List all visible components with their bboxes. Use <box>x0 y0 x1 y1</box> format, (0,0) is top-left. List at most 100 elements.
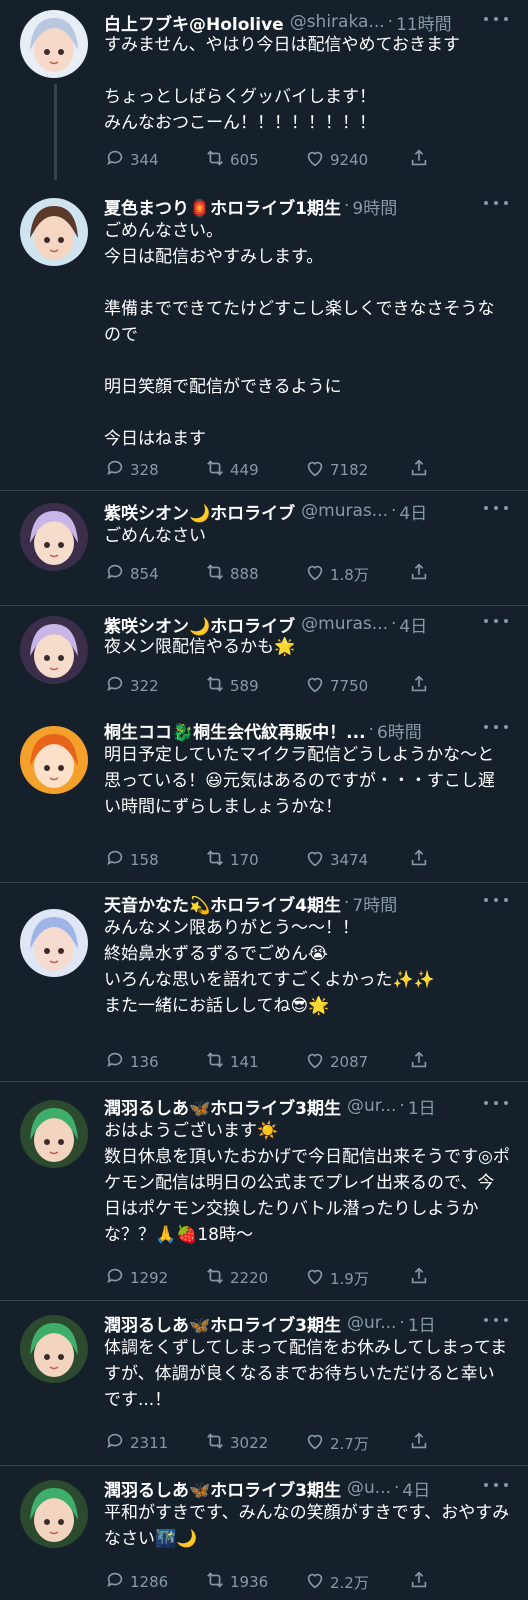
tweet[interactable]: 天音かなた💫ホロライブ4期生 · 7時間 みんなメン限ありがとう〜〜！！ 終始鼻… <box>0 883 528 1081</box>
share-button[interactable] <box>408 561 434 587</box>
author-handle[interactable]: @u... <box>347 1478 391 1498</box>
like-count: 7750 <box>330 677 369 695</box>
timestamp[interactable]: 6時間 <box>377 718 422 743</box>
share-button[interactable] <box>408 1569 434 1595</box>
like-button[interactable]: 1.8万 <box>304 561 404 587</box>
separator-dot: · <box>368 720 374 740</box>
share-button[interactable] <box>408 673 434 699</box>
share-button[interactable] <box>408 147 434 173</box>
tweet[interactable]: 潤羽るしあ🦋ホロライブ3期生 @ur... · 1日 おはようございます☀️ 数… <box>0 1082 528 1300</box>
reply-button[interactable]: 2311 <box>104 1430 204 1456</box>
retweet-button[interactable]: 888 <box>204 561 304 587</box>
like-button[interactable]: 3474 <box>304 847 404 873</box>
retweet-button[interactable]: 449 <box>204 457 304 483</box>
reply-count: 136 <box>130 1053 159 1071</box>
more-options-icon[interactable] <box>484 192 508 214</box>
share-button[interactable] <box>408 1265 434 1291</box>
more-options-icon[interactable] <box>484 889 508 911</box>
author-handle[interactable]: @muras... <box>301 614 388 634</box>
timestamp[interactable]: 4日 <box>399 499 427 524</box>
author-handle[interactable]: @shiraka... <box>290 12 385 32</box>
heart-icon <box>304 147 330 173</box>
author-name[interactable]: 潤羽るしあ🦋ホロライブ3期生 <box>104 1311 341 1336</box>
retweet-button[interactable]: 2220 <box>204 1265 304 1291</box>
reply-button[interactable]: 322 <box>104 673 204 699</box>
more-options-icon[interactable] <box>484 8 508 30</box>
timestamp[interactable]: 1日 <box>408 1094 436 1119</box>
timestamp[interactable]: 1日 <box>408 1311 436 1336</box>
tweet[interactable]: 紫咲シオン🌙ホロライブ @muras... · 4日 夜メン限配信やるかも🌟 3… <box>0 606 528 712</box>
avatar[interactable] <box>20 198 88 266</box>
share-button[interactable] <box>408 457 434 483</box>
author-name[interactable]: 桐生ココ🐉桐生会代紋再販中！... <box>104 718 366 743</box>
reply-button[interactable]: 1286 <box>104 1569 204 1595</box>
timestamp[interactable]: 11時間 <box>396 10 452 35</box>
reply-icon <box>104 457 130 483</box>
tweet[interactable]: 桐生ココ🐉桐生会代紋再販中！... · 6時間 明日予定していたマイクラ配信どう… <box>0 712 528 882</box>
separator-dot: · <box>399 1313 405 1333</box>
tweet[interactable]: 夏色まつり🏮ホロライブ1期生 · 9時間 ごめんなさい。 今日は配信おやすみしま… <box>0 180 528 490</box>
heart-icon <box>304 1265 330 1291</box>
reply-button[interactable]: 1292 <box>104 1265 204 1291</box>
like-button[interactable]: 2087 <box>304 1049 404 1075</box>
reply-button[interactable]: 328 <box>104 457 204 483</box>
tweet-actions: 328 449 7182 <box>104 458 434 482</box>
more-options-icon[interactable] <box>484 1474 508 1496</box>
avatar[interactable] <box>20 616 88 684</box>
author-name[interactable]: 天音かなた💫ホロライブ4期生 <box>104 891 341 916</box>
like-count: 9240 <box>330 151 369 169</box>
avatar[interactable] <box>20 1480 88 1548</box>
retweet-button[interactable]: 605 <box>204 147 304 173</box>
timestamp[interactable]: 4日 <box>399 612 427 637</box>
author-handle[interactable]: @muras... <box>301 501 388 521</box>
author-handle[interactable]: @ur... <box>347 1313 396 1333</box>
avatar[interactable] <box>20 726 88 794</box>
reply-button[interactable]: 136 <box>104 1049 204 1075</box>
author-name[interactable]: 紫咲シオン🌙ホロライブ <box>104 612 295 637</box>
like-button[interactable]: 7750 <box>304 673 404 699</box>
more-options-icon[interactable] <box>484 1092 508 1114</box>
author-name[interactable]: 夏色まつり🏮ホロライブ1期生 <box>104 194 341 219</box>
reply-icon <box>104 1265 130 1291</box>
retweet-button[interactable]: 1936 <box>204 1569 304 1595</box>
retweet-button[interactable]: 3022 <box>204 1430 304 1456</box>
like-button[interactable]: 2.2万 <box>304 1569 404 1595</box>
like-button[interactable]: 2.7万 <box>304 1430 404 1456</box>
avatar[interactable] <box>20 10 88 78</box>
tweet[interactable]: 潤羽るしあ🦋ホロライブ3期生 @ur... · 1日 体調をくずしてしまって配信… <box>0 1301 528 1465</box>
tweet[interactable]: 紫咲シオン🌙ホロライブ @muras... · 4日 ごめんなさい 854 888… <box>0 491 528 605</box>
reply-button[interactable]: 854 <box>104 561 204 587</box>
author-name[interactable]: 潤羽るしあ🦋ホロライブ3期生 <box>104 1476 341 1501</box>
timestamp[interactable]: 9時間 <box>352 194 397 219</box>
tweet[interactable]: 潤羽るしあ🦋ホロライブ3期生 @u... · 4日 平和がすきです、みんなの笑顔… <box>0 1466 528 1600</box>
retweet-button[interactable]: 141 <box>204 1049 304 1075</box>
retweet-count: 605 <box>230 151 259 169</box>
like-button[interactable]: 9240 <box>304 147 404 173</box>
avatar[interactable] <box>20 1315 88 1383</box>
more-options-icon[interactable] <box>484 497 508 519</box>
retweet-button[interactable]: 170 <box>204 847 304 873</box>
share-button[interactable] <box>408 847 434 873</box>
author-handle[interactable]: @ur... <box>347 1096 396 1116</box>
like-button[interactable]: 7182 <box>304 457 404 483</box>
avatar[interactable] <box>20 909 88 977</box>
author-name[interactable]: 潤羽るしあ🦋ホロライブ3期生 <box>104 1094 341 1119</box>
author-name[interactable]: 紫咲シオン🌙ホロライブ <box>104 499 295 524</box>
share-button[interactable] <box>408 1049 434 1075</box>
tweet[interactable]: 白上フブキ@Hololive @shiraka... · 11時間 すみません、… <box>0 0 528 180</box>
more-options-icon[interactable] <box>484 716 508 738</box>
reply-button[interactable]: 158 <box>104 847 204 873</box>
retweet-icon <box>204 673 230 699</box>
avatar[interactable] <box>20 503 88 571</box>
more-options-icon[interactable] <box>484 1309 508 1331</box>
author-name[interactable]: 白上フブキ@Hololive <box>104 10 284 35</box>
more-options-icon[interactable] <box>484 610 508 632</box>
timestamp[interactable]: 4日 <box>402 1476 430 1501</box>
separator-dot: · <box>344 893 350 913</box>
avatar[interactable] <box>20 1100 88 1168</box>
reply-button[interactable]: 344 <box>104 147 204 173</box>
retweet-button[interactable]: 589 <box>204 673 304 699</box>
like-button[interactable]: 1.9万 <box>304 1265 404 1291</box>
timestamp[interactable]: 7時間 <box>352 891 397 916</box>
share-button[interactable] <box>408 1430 434 1456</box>
